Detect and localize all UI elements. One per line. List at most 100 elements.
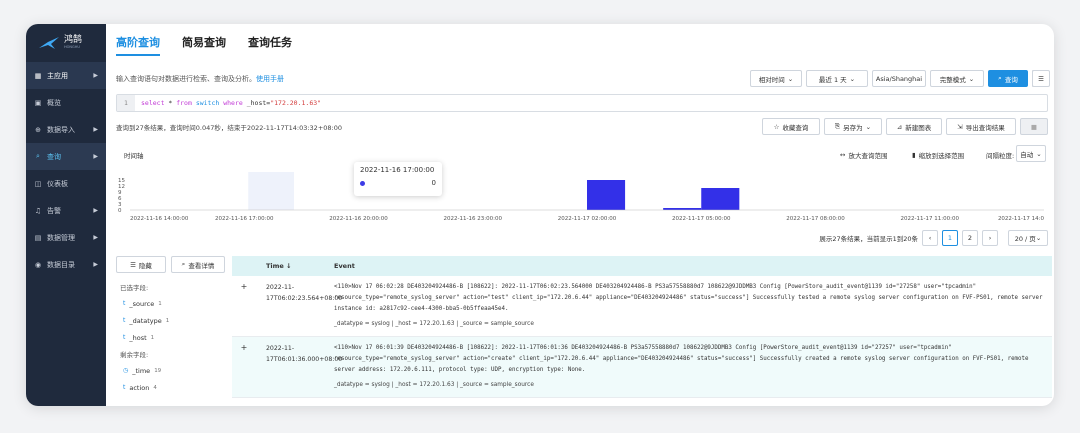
page-size-select[interactable]: 20 / 页 ⌄ (1008, 230, 1048, 246)
field-item[interactable]: t _source 1 (116, 295, 228, 312)
page-1-button[interactable]: 1 (942, 230, 958, 246)
x-tick-label: 2022-11-16 14:00:00 (130, 216, 189, 222)
field-panel: ☰ 隐藏 ⌕ 查看详情 已选字段: t _source 1 t _datatype 1 t _… (116, 256, 228, 406)
chart-bar[interactable] (587, 180, 626, 210)
mode-select[interactable]: 完整模式 ⌄ (930, 70, 984, 87)
table-row[interactable]: + 2022-11-17T06:01:36.000+08:00 <110>Nov… (232, 337, 1052, 398)
query-keyword: select (141, 99, 165, 107)
sidebar-item-data-management[interactable]: ▤ 数据管理 ▶ (26, 224, 106, 251)
sidebar-item-data-import[interactable]: ⊕ 数据导入 ▶ (26, 116, 106, 143)
chevron-left-icon: ‹ (928, 234, 932, 242)
row-time: 2022-11-17T06:01:36.000+08:00 (266, 345, 343, 363)
relative-time-label: 相对时间 (758, 75, 785, 84)
query-keyword: where (223, 99, 243, 107)
logo: 鸿鹄 HONGHU (26, 24, 106, 62)
detail-label: 查看详情 (188, 261, 215, 270)
chart-bar[interactable] (701, 188, 740, 210)
clock-icon: ◷ (123, 367, 129, 374)
col-time-header[interactable]: Time ↓ (256, 262, 326, 270)
export-results-button[interactable]: ⇲ 导出查询结果 (946, 118, 1016, 135)
chart-canvas[interactable]: 151296302022-11-16 14:00:00 2022-11-16 17… (116, 138, 1048, 224)
field-item[interactable]: t action 4 (116, 379, 228, 396)
sidebar-item-label: 概览 (47, 98, 61, 107)
new-chart-label: 新建图表 (905, 123, 932, 132)
field-count: 1 (158, 300, 162, 307)
x-tick-label: 2022-11-17 11:00:00 (901, 216, 960, 222)
pagination: 展示27条结果，当前显示1到20条 ‹ 1 2 › 20 / 页 ⌄ (819, 230, 1048, 246)
tab-query-tasks[interactable]: 查询任务 (248, 34, 292, 56)
chevron-right-icon: › (988, 234, 992, 242)
query-hint: 输入查询语句对数据进行检索、查询及分析。使用手册 (116, 74, 284, 84)
event-text: <110>Nov 17 06:01:39 DE403204924486-B [1… (334, 345, 1029, 373)
x-tick-label: 2022-11-16 20:00:00 (329, 216, 388, 222)
export-icon: ⇲ (957, 122, 963, 131)
chart-icon: ⊿ (896, 122, 903, 131)
time-range-label: 最近 1 天 (818, 75, 847, 84)
hide-fields-button[interactable]: ☰ 隐藏 (116, 256, 166, 273)
save-as-button[interactable]: ⎘ 另存为 ⌄ (824, 118, 882, 135)
chevron-right-icon: ▶ (93, 72, 98, 79)
chevron-right-icon: ▶ (93, 153, 98, 160)
manual-link[interactable]: 使用手册 (256, 75, 284, 83)
x-tick-label: 2022-11-17 14:0 (998, 216, 1045, 222)
field-name: _datatype (129, 316, 162, 325)
app-window: 鸿鹄 HONGHU ▦ 主应用 ▶ ▣ 概览 ⊕ 数据导入 ▶ ⌕ 查询 ▶ ◫… (26, 24, 1054, 406)
sidebar-item-label: 数据目录 (47, 260, 75, 269)
table-row[interactable]: + 2022-11-17T06:02:23.564+08:00 <110>Nov… (232, 276, 1052, 337)
relative-time-select[interactable]: 相对时间 ⌄ (750, 70, 802, 87)
result-info: 查询到27条结果，查询时间0.047秒，结束于2022-11-17T14:03:… (116, 124, 342, 132)
timezone-select[interactable]: Asia/Shanghai (872, 70, 926, 87)
search-button[interactable]: ⌕ 查询 (988, 70, 1028, 87)
timezone-label: Asia/Shanghai (875, 74, 923, 83)
field-name: _source (129, 299, 155, 308)
col-time-label: Time (266, 262, 284, 270)
sidebar-item-label: 主应用 (47, 71, 68, 80)
chevron-down-icon: ⌄ (849, 74, 856, 83)
sidebar-item-query[interactable]: ⌕ 查询 ▶ (26, 143, 106, 170)
x-tick-label: 2022-11-17 05:00:00 (672, 216, 731, 222)
sidebar-item-main-app[interactable]: ▦ 主应用 ▶ (26, 62, 106, 89)
sidebar-item-overview[interactable]: ▣ 概览 (26, 89, 106, 116)
x-tick-label: 2022-11-17 08:00:00 (786, 216, 845, 222)
stop-icon: ■ (1030, 122, 1038, 131)
search-button-label: 查询 (1004, 75, 1018, 84)
sidebar-item-alerts[interactable]: ♫ 告警 ▶ (26, 197, 106, 224)
sidebar-item-dashboard[interactable]: ◫ 仪表板 (26, 170, 106, 197)
sidebar-item-label: 告警 (47, 206, 61, 215)
favorite-query-button[interactable]: ☆ 收藏查询 (762, 118, 820, 135)
field-name: _time (132, 366, 151, 375)
mode-label: 完整模式 (939, 75, 966, 84)
sidebar-item-data-catalog[interactable]: ◉ 数据目录 ▶ (26, 251, 106, 278)
field-item[interactable]: ◷ _time 19 (116, 362, 228, 379)
page-size-label: 20 / 页 (1014, 235, 1036, 243)
new-chart-button[interactable]: ⊿ 新建图表 (886, 118, 942, 135)
stop-query-button[interactable]: ■ (1020, 118, 1048, 135)
expand-button[interactable]: ☰展开 (1032, 70, 1050, 87)
export-label: 导出查询结果 (965, 123, 1005, 132)
expand-row-icon[interactable]: + (232, 276, 256, 336)
event-meta: _datatype = syslog | _host = 172.20.1.63… (334, 321, 534, 327)
query-field: _host= (242, 99, 271, 107)
time-range-select[interactable]: 最近 1 天 ⌄ (806, 70, 868, 87)
field-item[interactable]: t _datatype 1 (116, 312, 228, 329)
tab-advanced-query[interactable]: 高阶查询 (116, 34, 160, 56)
row-time: 2022-11-17T06:02:23.564+08:00 (266, 284, 343, 302)
prev-page-button[interactable]: ‹ (922, 230, 938, 246)
page-2-button[interactable]: 2 (962, 230, 978, 246)
list-icon: ☰ (130, 260, 136, 269)
tab-simple-query[interactable]: 简易查询 (182, 34, 226, 56)
tooltip-time: 2022-11-16 17:00:00 (360, 166, 435, 174)
sidebar-item-label: 数据导入 (47, 125, 75, 134)
overview-icon: ▣ (34, 98, 42, 107)
timeline-chart: 时间轴 ↔ 放大查询范围 ▮ 缩放到选择范围 间隔粒度: 自动 ⌄ 15 12 9 6 3 0 2… (116, 138, 1048, 224)
field-item[interactable]: t _host 1 (116, 329, 228, 346)
expand-row-icon[interactable]: + (232, 337, 256, 397)
query-editor[interactable]: 1 select * from switch where _host= "172.… (116, 94, 1048, 112)
save-icon: ⎘ (834, 122, 841, 130)
search-icon: ⌕ (36, 152, 40, 160)
bell-icon: ♫ (34, 206, 42, 215)
next-page-button[interactable]: › (982, 230, 998, 246)
view-details-button[interactable]: ⌕ 查看详情 (171, 256, 225, 273)
sidebar-item-label: 查询 (47, 152, 61, 161)
selected-fields-label: 已选字段: (120, 284, 149, 292)
